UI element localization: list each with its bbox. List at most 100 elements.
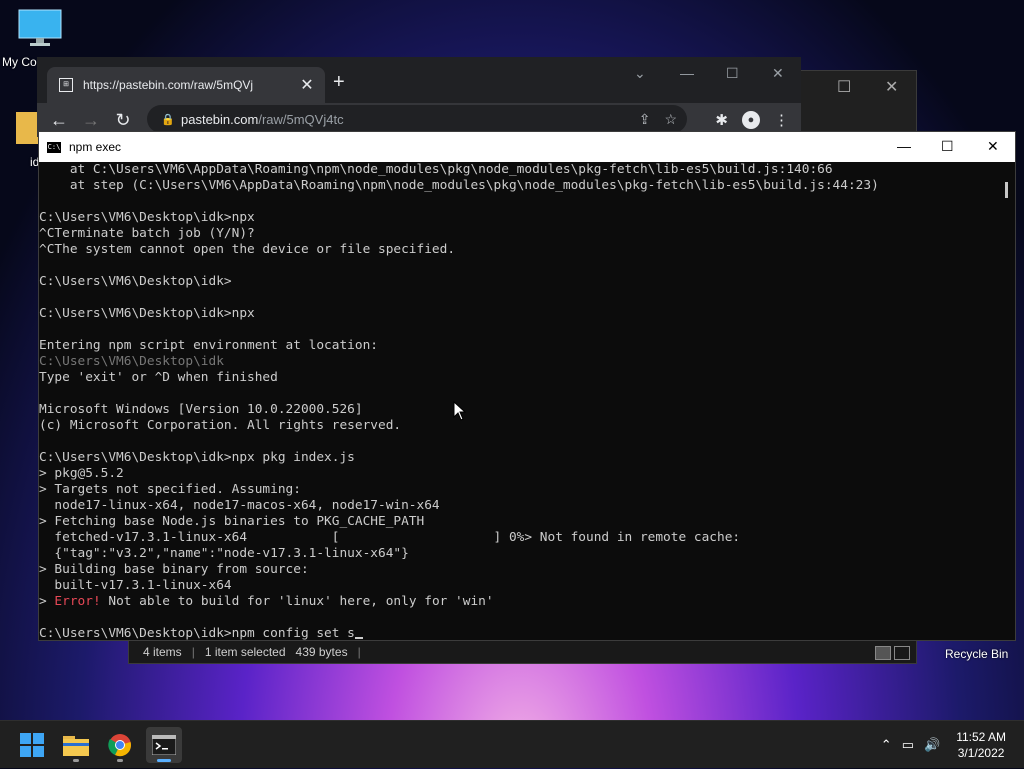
terminal-line: C:\Users\VM6\Desktop\idk [39, 354, 999, 370]
recycle-bin-label[interactable]: Recycle Bin [945, 647, 1008, 661]
maximize-icon[interactable]: ☐ [726, 65, 739, 82]
line-text: (c) Microsoft Corporation. All rights re… [39, 418, 402, 433]
chevron-up-icon[interactable]: ⌃ [881, 737, 892, 753]
taskbar-file-explorer[interactable] [58, 727, 94, 763]
terminal-icon [152, 735, 176, 755]
line-text: C:\Users\VM6\Desktop\idk [39, 354, 224, 369]
line-text: node17-linux-x64, node17-macos-x64, node… [39, 498, 440, 513]
line-text: Not able to build for 'linux' here, only… [100, 594, 494, 609]
cmd-icon: C:\ [47, 141, 61, 153]
line-text: C:\Users\VM6\Desktop\idk>npx pkg index.j… [39, 450, 355, 465]
line-text: Type 'exit' or ^D when finished [39, 370, 278, 385]
terminal-line: at C:\Users\VM6\AppData\Roaming\npm\node… [39, 162, 999, 178]
browser-tab[interactable]: ⊞ https://pastebin.com/raw/5mQVj ✕ [47, 67, 325, 103]
terminal-line: > Building base binary from source: [39, 562, 999, 578]
monitor-icon [18, 9, 62, 46]
scrollbar-thumb[interactable] [1005, 182, 1008, 198]
system-tray: ⌃ ▭ 🔊 11:52 AM 3/1/2022 [881, 721, 1024, 769]
terminal-line: Microsoft Windows [Version 10.0.22000.52… [39, 402, 999, 418]
close-icon[interactable]: ✕ [772, 65, 784, 82]
status-size: 439 bytes [295, 645, 348, 659]
line-text: at step (C:\Users\VM6\AppData\Roaming\np… [39, 178, 879, 193]
status-selected: 1 item selected [204, 645, 286, 659]
extensions-puzzle-icon[interactable]: ✱ [715, 111, 728, 129]
terminal-line: at step (C:\Users\VM6\AppData\Roaming\np… [39, 178, 999, 194]
taskbar: ⌃ ▭ 🔊 11:52 AM 3/1/2022 [0, 720, 1024, 768]
forward-arrow-icon[interactable]: → [75, 110, 107, 131]
line-text: fetched-v17.3.1-linux-x64 [ ] 0%> Not fo… [39, 530, 741, 545]
address-bar[interactable]: 🔒 pastebin.com/raw/5mQVj4tc ⇪ ☆ [147, 105, 687, 133]
terminal-scrollbar[interactable] [999, 162, 1015, 640]
terminal-title-bar[interactable]: C:\ npm exec — ☐ ✕ [39, 132, 1015, 162]
minimize-icon[interactable]: — [680, 65, 694, 81]
clock-time: 11:52 AM [956, 730, 1006, 744]
menu-kebab-icon[interactable]: ⋮ [774, 111, 789, 129]
browser-window[interactable]: ⊞ https://pastebin.com/raw/5mQVj ✕ + ⌄ —… [37, 57, 801, 137]
terminal-line: Entering npm script environment at locat… [39, 338, 999, 354]
line-text: {"tag":"v3.2","name":"node-v17.3.1-linux… [39, 546, 409, 561]
details-view-icon[interactable] [875, 646, 891, 660]
chrome-icon [108, 734, 131, 757]
tab-search-icon[interactable]: ⌄ [634, 65, 646, 82]
bookmark-star-icon[interactable]: ☆ [664, 111, 677, 128]
close-icon[interactable]: ✕ [885, 77, 898, 97]
clock-date: 3/1/2022 [957, 746, 1005, 760]
folder-icon [16, 112, 38, 144]
network-icon[interactable]: ▭ [902, 737, 914, 753]
terminal-window[interactable]: C:\ npm exec — ☐ ✕ at C:\Users\VM6\AppDa… [38, 131, 1016, 641]
taskbar-chrome[interactable] [102, 727, 138, 763]
maximize-icon[interactable]: ☐ [837, 77, 851, 97]
explorer-status-bar: 4 items | 1 item selected 439 bytes | [129, 641, 916, 663]
terminal-line: > Error! Not able to build for 'linux' h… [39, 594, 999, 610]
reload-icon[interactable]: ↻ [107, 110, 139, 131]
start-button[interactable] [14, 727, 50, 763]
terminal-line: C:\Users\VM6\Desktop\idk>npm config set … [39, 626, 999, 640]
line-text: ^CThe system cannot open the device or f… [39, 242, 456, 257]
line-text: at C:\Users\VM6\AppData\Roaming\npm\node… [39, 162, 833, 177]
line-text: C:\Users\VM6\Desktop\idk> [39, 274, 232, 289]
lock-icon: 🔒 [161, 113, 175, 126]
running-indicator [73, 759, 79, 762]
terminal-output[interactable]: at C:\Users\VM6\AppData\Roaming\npm\node… [39, 162, 999, 640]
new-tab-button[interactable]: + [333, 71, 345, 94]
line-text: Microsoft Windows [Version 10.0.22000.52… [39, 402, 363, 417]
volume-icon[interactable]: 🔊 [924, 737, 940, 753]
line-text: > Building base binary from source: [39, 562, 309, 577]
terminal-line: C:\Users\VM6\Desktop\idk>npx [39, 210, 999, 226]
maximize-icon[interactable]: ☐ [941, 138, 954, 155]
large-icons-view-icon[interactable] [894, 646, 910, 660]
terminal-line: node17-linux-x64, node17-macos-x64, node… [39, 498, 999, 514]
line-text: > pkg@5.5.2 [39, 466, 124, 481]
profile-avatar-icon[interactable]: ● [742, 111, 760, 129]
terminal-line: > Fetching base Node.js binaries to PKG_… [39, 514, 999, 530]
close-icon[interactable]: ✕ [987, 138, 999, 155]
close-tab-icon[interactable]: ✕ [297, 75, 317, 95]
line-text: ^CTerminate batch job (Y/N)? [39, 226, 255, 241]
url-path: /raw/5mQVj4tc [258, 111, 344, 127]
text-cursor [354, 637, 363, 639]
terminal-title: npm exec [69, 140, 122, 154]
line-text: C:\Users\VM6\Desktop\idk>npm config set … [39, 626, 355, 640]
line-text: > Targets not specified. Assuming: [39, 482, 301, 497]
tab-title: https://pastebin.com/raw/5mQVj [83, 78, 254, 92]
view-toggle [875, 646, 910, 660]
terminal-line: (c) Microsoft Corporation. All rights re… [39, 418, 999, 434]
error-label: Error! [54, 594, 101, 609]
folder-icon [63, 736, 89, 756]
taskbar-terminal[interactable] [146, 727, 182, 763]
minimize-icon[interactable]: — [897, 138, 911, 154]
clock[interactable]: 11:52 AM 3/1/2022 [956, 729, 1006, 761]
status-separator: | [357, 645, 361, 659]
terminal-line: C:\Users\VM6\Desktop\idk>npx pkg index.j… [39, 450, 999, 466]
terminal-line: > Targets not specified. Assuming: [39, 482, 999, 498]
url-host: pastebin.com [181, 111, 259, 127]
terminal-line: C:\Users\VM6\Desktop\idk>npx [39, 306, 999, 322]
terminal-line: Type 'exit' or ^D when finished [39, 370, 999, 386]
terminal-line: ^CThe system cannot open the device or f… [39, 242, 999, 258]
back-arrow-icon[interactable]: ← [43, 110, 75, 131]
share-icon[interactable]: ⇪ [639, 111, 651, 128]
